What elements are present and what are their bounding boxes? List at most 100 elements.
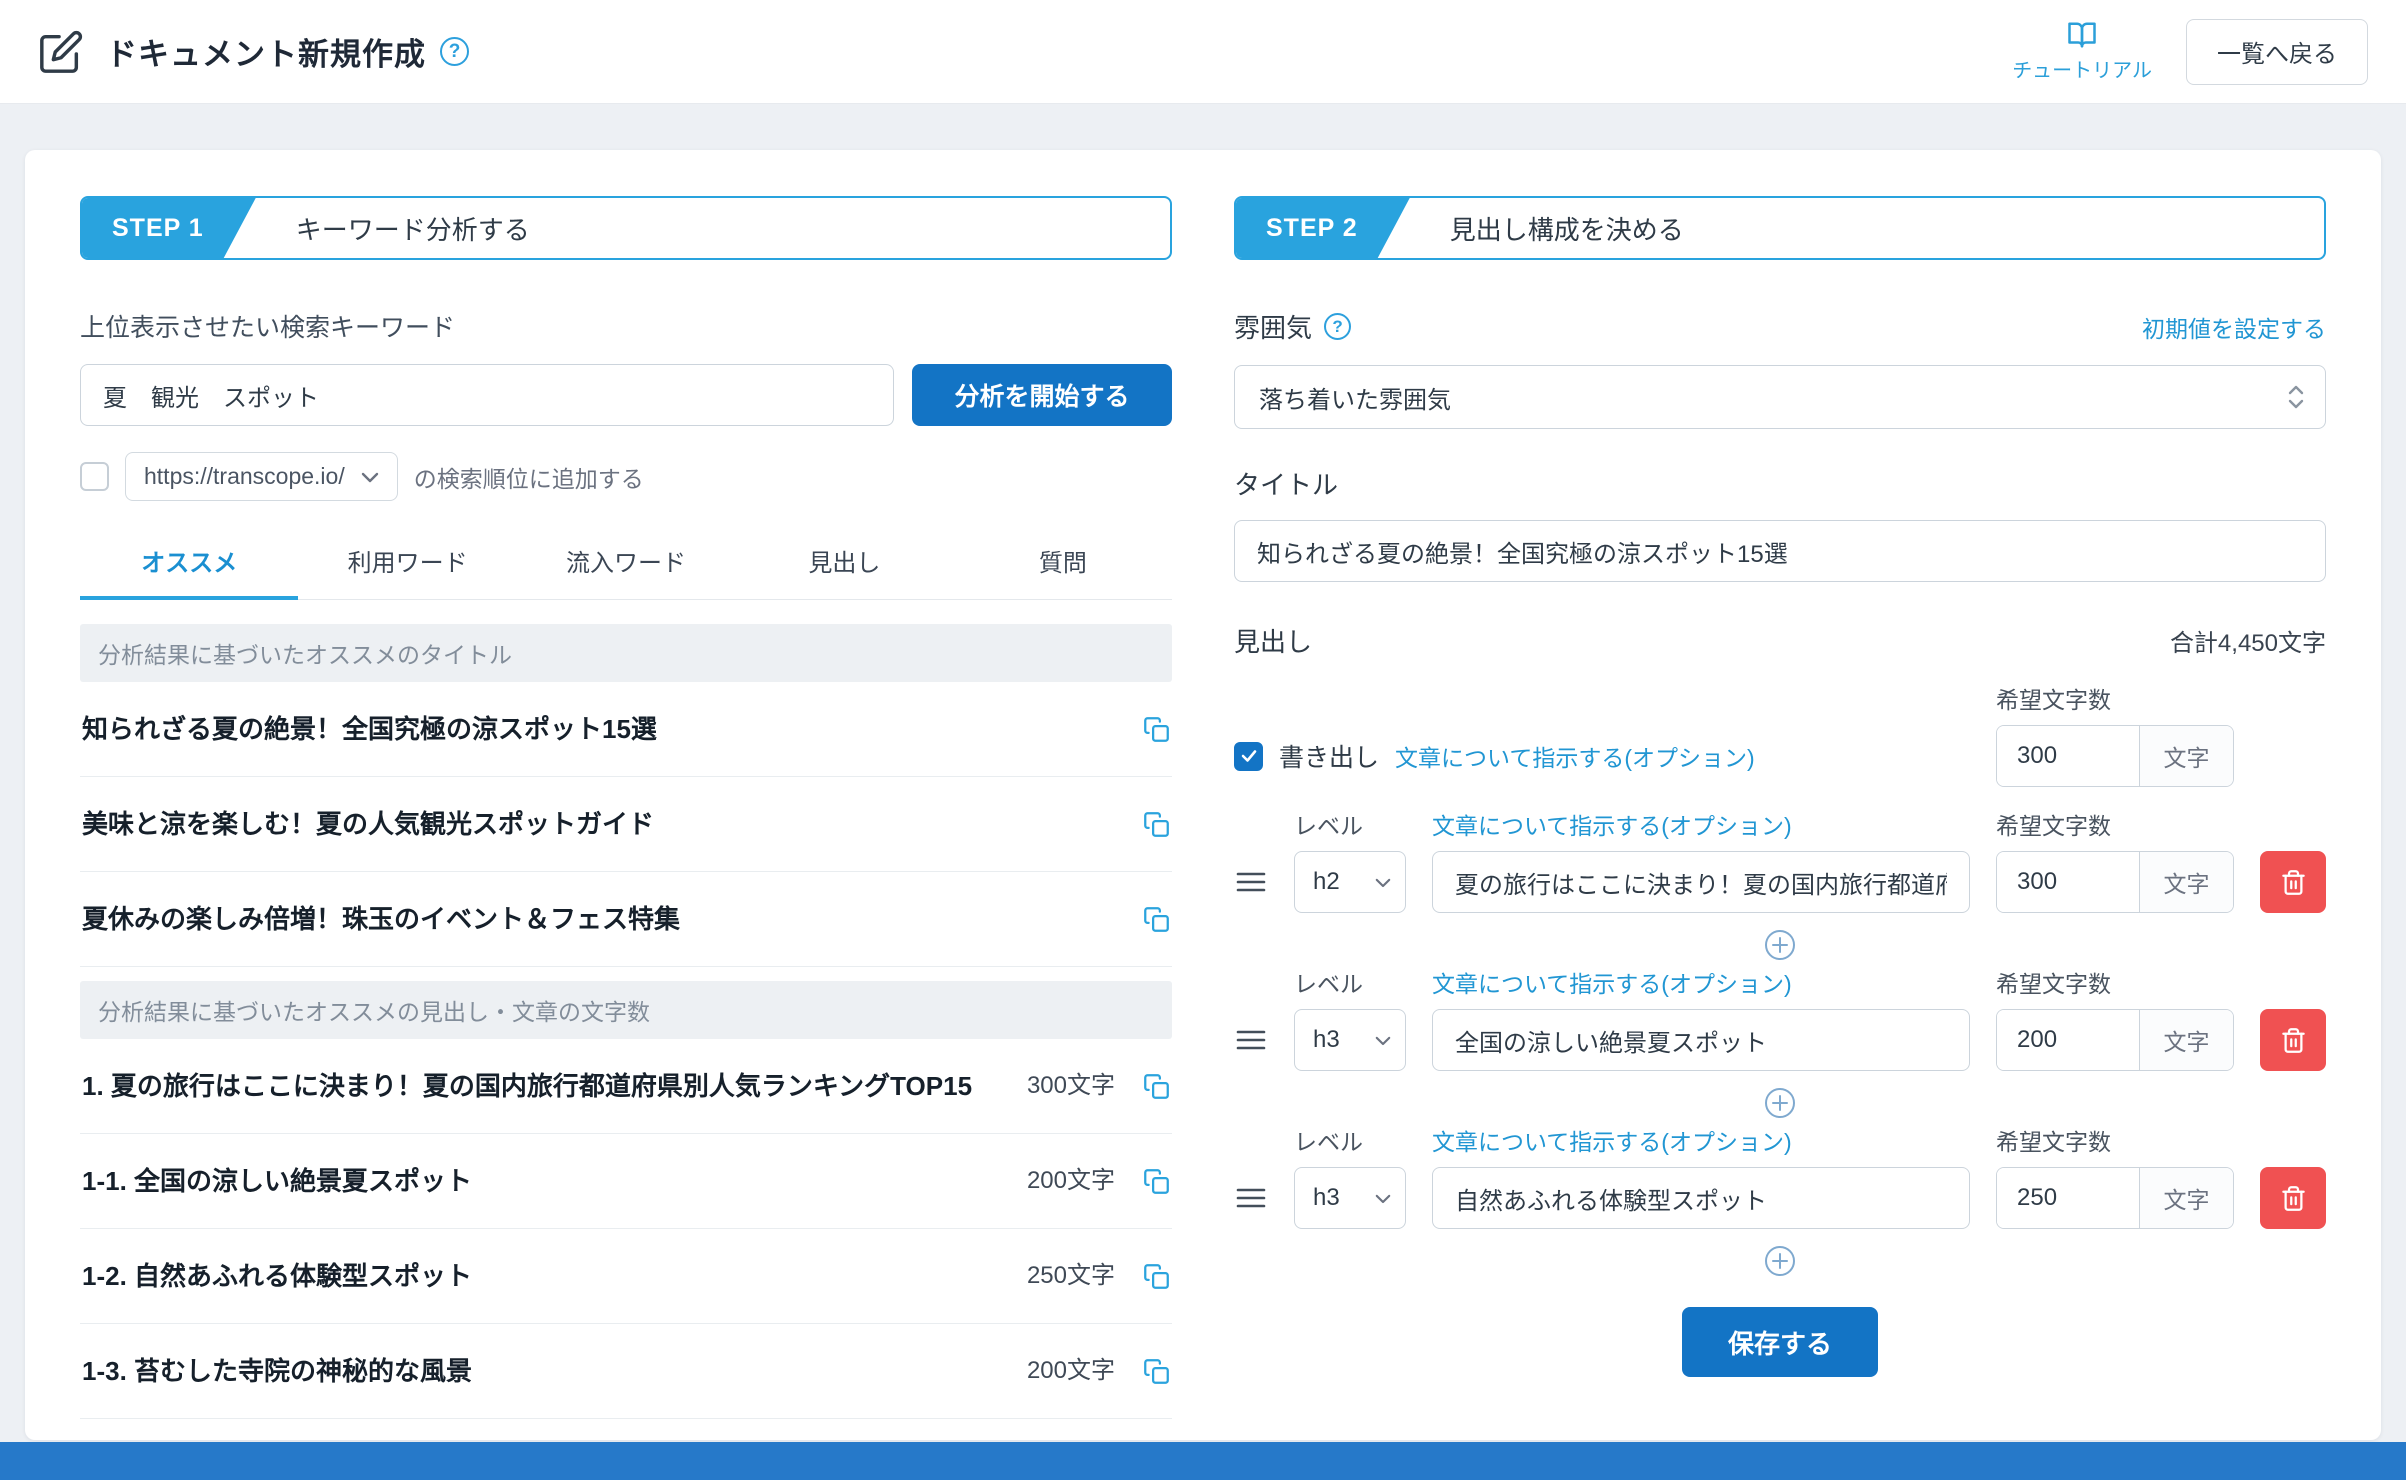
step2-badge: STEP 2: [1236, 198, 1410, 258]
keyword-label: 上位表示させたい検索キーワード: [80, 308, 1172, 344]
intro-instruction-link[interactable]: 文章について指示する(オプション): [1395, 739, 1755, 773]
title-suggestion-row: 美味と涼を楽しむ！夏の人気観光スポットガイド: [80, 777, 1172, 872]
level-select[interactable]: h2: [1294, 851, 1406, 913]
drag-handle-icon[interactable]: [1236, 1028, 1266, 1052]
title-input[interactable]: [1234, 520, 2326, 582]
desired-chars-label: 希望文字数: [1996, 1123, 2234, 1157]
total-chars: 合計4,450文字: [2170, 623, 2326, 658]
title-suggestion-text: 美味と涼を楽しむ！夏の人気観光スポットガイド: [82, 804, 1119, 844]
heading-text-input[interactable]: [1432, 1009, 1970, 1071]
heading-chars-input[interactable]: [1997, 1010, 2139, 1070]
add-heading-button[interactable]: [1764, 929, 1796, 961]
mood-label: 雰囲気: [1234, 308, 1312, 345]
copy-icon[interactable]: [1143, 811, 1170, 838]
chars-unit: 文字: [2139, 726, 2233, 786]
copy-icon[interactable]: [1143, 1263, 1170, 1290]
level-select[interactable]: h3: [1294, 1009, 1406, 1071]
heading-row: レベル 文章について指示する(オプション) 希望文字数 h3 文字: [1234, 1123, 2326, 1229]
heading-chars: 200文字: [1027, 1161, 1115, 1201]
level-select[interactable]: h3: [1294, 1167, 1406, 1229]
intro-row: 希望文字数 書き出し 文章について指示する(オプション) 文字: [1234, 681, 2326, 787]
intro-checkbox[interactable]: [1234, 742, 1263, 771]
title-suggestion-text: 夏休みの楽しみ倍増！珠玉のイベント＆フェス特集: [82, 899, 1119, 939]
mood-select-value: 落ち着いた雰囲気: [1259, 380, 1451, 415]
rank-checkbox[interactable]: [80, 462, 109, 491]
instruction-link[interactable]: 文章について指示する(オプション): [1432, 807, 1970, 841]
save-button[interactable]: 保存する: [1682, 1307, 1878, 1377]
tutorial-button[interactable]: チュートリアル: [2012, 20, 2152, 83]
add-heading-button[interactable]: [1764, 1245, 1796, 1277]
delete-heading-button[interactable]: [2260, 851, 2326, 913]
heading-chars-group: 文字: [1996, 851, 2234, 913]
desired-chars-label: 希望文字数: [1996, 807, 2234, 841]
heading-suggestion-row: 1-2. 自然あふれる体験型スポット 250文字: [80, 1229, 1172, 1324]
add-heading-divider: [1234, 1087, 2326, 1119]
level-label: レベル: [1294, 1123, 1406, 1157]
tab-inflow-words[interactable]: 流入ワード: [517, 527, 735, 600]
instruction-link[interactable]: 文章について指示する(オプション): [1432, 1123, 1970, 1157]
desired-chars-label: 希望文字数: [1996, 965, 2234, 999]
intro-label: 書き出し: [1279, 738, 1379, 774]
level-select-value: h3: [1313, 1184, 1340, 1212]
heading-row: レベル 文章について指示する(オプション) 希望文字数 h3 文字: [1234, 965, 2326, 1071]
set-defaults-link[interactable]: 初期値を設定する: [2142, 310, 2326, 344]
heading-suggestion-text: 1-2. 自然あふれる体験型スポット: [82, 1256, 1003, 1296]
analysis-tabs: オススメ 利用ワード 流入ワード 見出し 質問: [80, 527, 1172, 600]
heading-chars: 300文字: [1027, 1066, 1115, 1106]
outline-label: 見出し: [1234, 622, 1312, 659]
chevron-down-icon: [1375, 1035, 1391, 1046]
heading-text-input[interactable]: [1432, 1167, 1970, 1229]
heading-suggestion-row: 1-1. 全国の涼しい絶景夏スポット 200文字: [80, 1134, 1172, 1229]
copy-icon[interactable]: [1143, 1073, 1170, 1100]
heading-chars-input[interactable]: [1997, 852, 2139, 912]
step1-title: キーワード分析する: [296, 210, 530, 247]
tab-recommend[interactable]: オススメ: [80, 527, 298, 600]
page-title: ドキュメント新規作成: [106, 29, 426, 74]
analyze-button[interactable]: 分析を開始する: [912, 364, 1172, 426]
chevron-down-icon: [1375, 1193, 1391, 1204]
heading-text-input[interactable]: [1432, 851, 1970, 913]
level-select-value: h3: [1313, 1026, 1340, 1054]
title-label: タイトル: [1234, 465, 2326, 502]
heading-suggestion-row: 1-3. 苔むした寺院の神秘的な風景 200文字: [80, 1324, 1172, 1419]
step1-banner: STEP 1 キーワード分析する: [80, 196, 1172, 260]
chars-unit: 文字: [2139, 852, 2233, 912]
bottom-bar: [0, 1442, 2406, 1480]
keyword-input[interactable]: [80, 364, 894, 426]
heading-row: レベル 文章について指示する(オプション) 希望文字数 h2 文字: [1234, 807, 2326, 913]
tab-headings[interactable]: 見出し: [735, 527, 953, 600]
copy-icon[interactable]: [1143, 1358, 1170, 1385]
add-heading-button[interactable]: [1764, 1087, 1796, 1119]
drag-handle-icon[interactable]: [1236, 870, 1266, 894]
intro-chars-input[interactable]: [1997, 726, 2139, 786]
add-heading-divider: [1234, 1245, 2326, 1277]
heading-chars: 200文字: [1027, 1351, 1115, 1391]
add-heading-divider: [1234, 929, 2326, 961]
page-header: ドキュメント新規作成 ? チュートリアル 一覧へ戻る: [0, 0, 2406, 104]
copy-icon[interactable]: [1143, 906, 1170, 933]
heading-suggestion-text: 1-1. 全国の涼しい絶景夏スポット: [82, 1161, 1003, 1201]
tutorial-label: チュートリアル: [2012, 54, 2152, 83]
drag-handle-icon[interactable]: [1236, 1186, 1266, 1210]
step1-panel: STEP 1 キーワード分析する 上位表示させたい検索キーワード 分析を開始する…: [80, 196, 1172, 1440]
copy-icon[interactable]: [1143, 716, 1170, 743]
tab-questions[interactable]: 質問: [954, 527, 1172, 600]
title-suggestion-row: 夏休みの楽しみ倍増！珠玉のイベント＆フェス特集: [80, 872, 1172, 967]
intro-chars-group: 文字: [1996, 725, 2234, 787]
mood-help-icon[interactable]: ?: [1324, 313, 1351, 340]
site-url-select[interactable]: https://transcope.io/: [125, 452, 398, 501]
chars-unit: 文字: [2139, 1010, 2233, 1070]
desired-chars-label: 希望文字数: [1996, 681, 2234, 715]
back-to-list-button[interactable]: 一覧へ戻る: [2186, 19, 2368, 85]
heading-chars-input[interactable]: [1997, 1168, 2139, 1228]
delete-heading-button[interactable]: [2260, 1167, 2326, 1229]
tab-used-words[interactable]: 利用ワード: [298, 527, 516, 600]
chevron-down-icon: [1375, 877, 1391, 888]
mood-select[interactable]: 落ち着いた雰囲気: [1234, 365, 2326, 429]
copy-icon[interactable]: [1143, 1168, 1170, 1195]
page-help-icon[interactable]: ?: [440, 37, 469, 66]
delete-heading-button[interactable]: [2260, 1009, 2326, 1071]
site-url-value: https://transcope.io/: [144, 463, 345, 490]
recommended-headings-header: 分析結果に基づいたオススメの見出し・文章の文字数: [80, 981, 1172, 1039]
instruction-link[interactable]: 文章について指示する(オプション): [1432, 965, 1970, 999]
